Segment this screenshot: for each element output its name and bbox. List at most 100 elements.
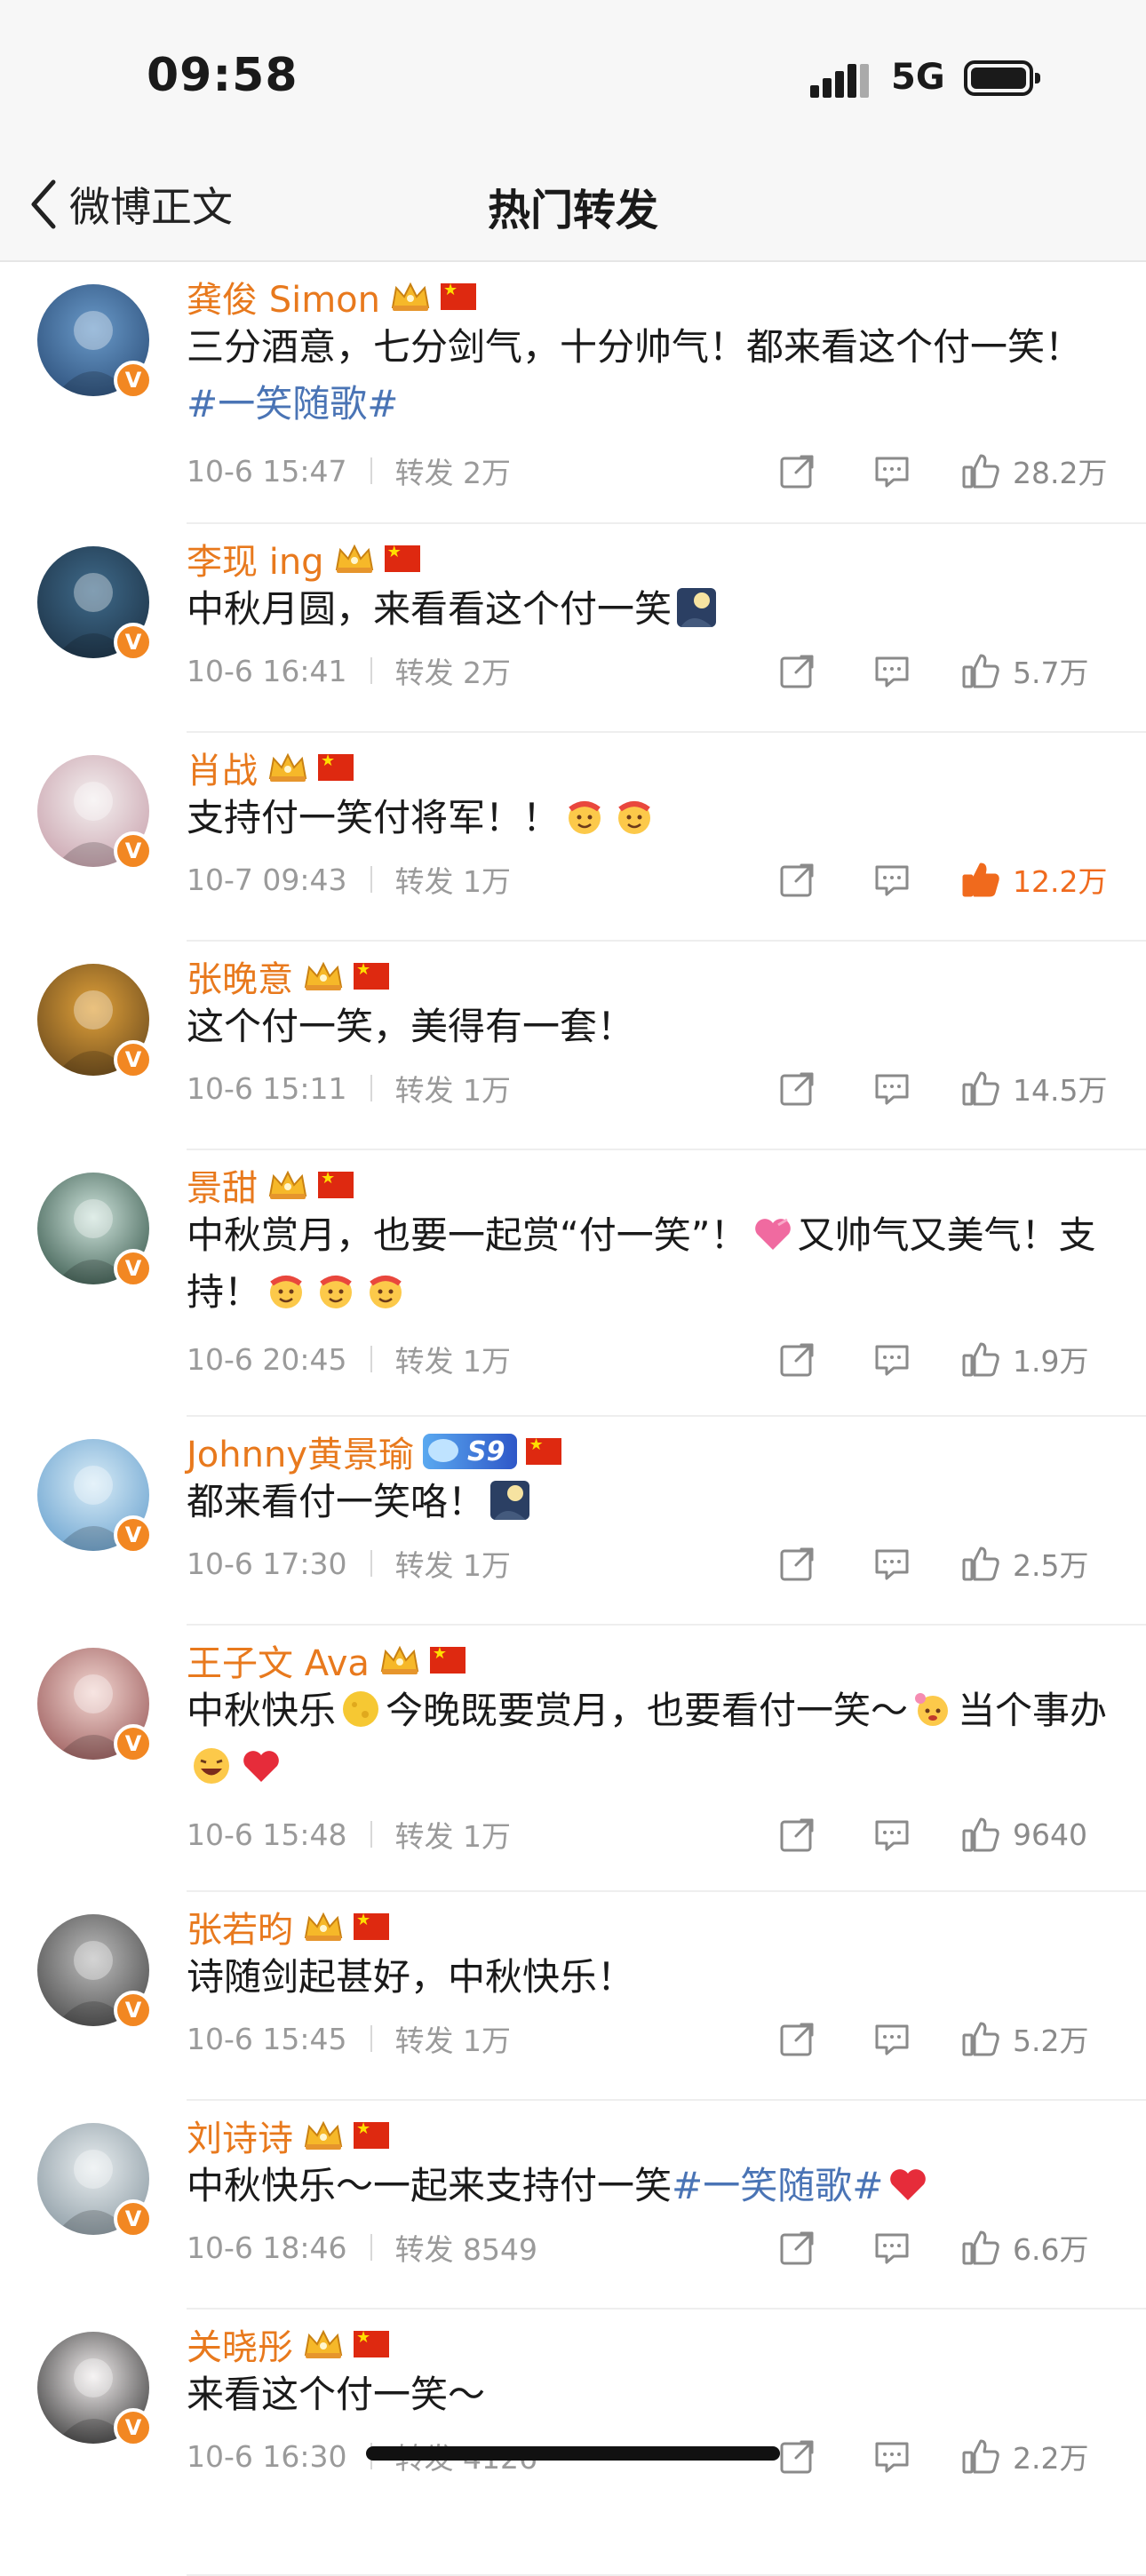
username[interactable]: 龚俊 Simon bbox=[187, 271, 477, 322]
like-button[interactable]: 9640 bbox=[961, 1815, 1110, 1854]
post-text: 三分酒意，七分剑气，十分帅气！都来看这个付一笑！#一笑随歌# bbox=[187, 325, 1083, 425]
post-time: 10-6 18:46 bbox=[187, 2230, 347, 2265]
repost-count: 转发 2万 bbox=[394, 656, 512, 690]
divider bbox=[370, 1075, 372, 1101]
laugh-emoji-icon bbox=[190, 1745, 233, 1787]
username[interactable]: 李现 ing bbox=[187, 533, 420, 584]
cheer-emoji-icon bbox=[265, 1269, 307, 1312]
comment-icon[interactable] bbox=[872, 1544, 911, 1583]
like-button[interactable]: 2.2万 bbox=[961, 2435, 1110, 2477]
username[interactable]: 王子文 Ava bbox=[187, 1634, 466, 1686]
action-bar: 5.7万 bbox=[778, 648, 1110, 693]
comment-icon[interactable] bbox=[872, 2437, 911, 2476]
verified-badge-icon: V bbox=[114, 1991, 153, 2030]
comment-icon[interactable] bbox=[872, 1815, 911, 1854]
share-icon[interactable] bbox=[778, 860, 817, 899]
comment-icon[interactable] bbox=[872, 451, 911, 490]
thumbs-up-icon bbox=[961, 1544, 1000, 1583]
verified-badge-icon: V bbox=[114, 623, 153, 662]
divider bbox=[370, 2234, 372, 2261]
repost-count: 转发 1万 bbox=[394, 1819, 512, 1854]
post-time: 10-6 20:45 bbox=[187, 1341, 347, 1377]
svip-badge-icon: S9 bbox=[423, 1434, 518, 1469]
home-indicator bbox=[366, 2446, 780, 2461]
like-button[interactable]: 6.6万 bbox=[961, 2226, 1110, 2269]
crown-icon bbox=[267, 750, 309, 785]
like-button[interactable]: 14.5万 bbox=[961, 1067, 1110, 1109]
comment-icon[interactable] bbox=[872, 2019, 911, 2058]
crown-icon bbox=[389, 279, 432, 314]
share-icon[interactable] bbox=[778, 451, 817, 490]
status-bar: 09:58 5G bbox=[0, 0, 1146, 155]
divider bbox=[187, 2099, 1146, 2101]
like-count: 5.2万 bbox=[1013, 2023, 1089, 2058]
hashtag-link[interactable]: #一笑随歌# bbox=[187, 382, 398, 425]
username[interactable]: 张若昀 bbox=[187, 1901, 389, 1952]
username-text: 李现 ing bbox=[187, 542, 324, 583]
username[interactable]: 肖战 bbox=[187, 742, 354, 793]
thumbs-up-icon bbox=[961, 2228, 1000, 2267]
comment-icon[interactable] bbox=[872, 1069, 911, 1108]
username[interactable]: 关晓彤 bbox=[187, 2318, 389, 2370]
like-count: 9640 bbox=[1013, 1817, 1087, 1852]
crown-icon bbox=[302, 2118, 345, 2153]
verified-badge-icon: V bbox=[114, 1724, 153, 1763]
page-title: 热门转发 bbox=[487, 186, 658, 235]
hashtag-link[interactable]: #一笑随歌# bbox=[672, 2164, 883, 2207]
like-button[interactable]: 2.5万 bbox=[961, 1542, 1110, 1585]
divider bbox=[187, 2308, 1146, 2310]
divider bbox=[187, 1624, 1146, 1626]
share-icon[interactable] bbox=[778, 1340, 817, 1379]
comment-icon[interactable] bbox=[872, 1340, 911, 1379]
username-text: 肖战 bbox=[187, 751, 258, 791]
divider bbox=[187, 522, 1146, 524]
post-meta: 10-6 17:30 转发 1万 2.5万 bbox=[187, 1541, 1110, 1586]
like-button[interactable]: 5.7万 bbox=[961, 649, 1110, 692]
like-button[interactable]: 12.2万 bbox=[961, 858, 1110, 901]
username[interactable]: 刘诗诗 bbox=[187, 2110, 389, 2161]
username-text: Johnny黄景瑜 bbox=[187, 1435, 414, 1475]
post-text: 中秋月圆，来看看这个付一笑 bbox=[187, 581, 1110, 638]
comment-icon[interactable] bbox=[872, 860, 911, 899]
repost-count: 转发 1万 bbox=[394, 864, 512, 899]
like-count: 6.6万 bbox=[1013, 2232, 1089, 2267]
share-icon[interactable] bbox=[778, 2437, 817, 2476]
china-flag-icon bbox=[318, 751, 354, 781]
username[interactable]: Johnny黄景瑜 S9 bbox=[187, 1426, 562, 1477]
post-text: 中秋快乐 今晚既要赏月，也要看付一笑～ 当个事办 bbox=[187, 1682, 1110, 1796]
status-time: 09:58 bbox=[147, 49, 298, 102]
post-text: 来看这个付一笑～ bbox=[187, 2373, 486, 2416]
like-button[interactable]: 28.2万 bbox=[961, 449, 1110, 492]
post-time: 10-6 15:48 bbox=[187, 1817, 347, 1852]
share-icon[interactable] bbox=[778, 1815, 817, 1854]
share-icon[interactable] bbox=[778, 1069, 817, 1108]
username-text: 王子文 Ava bbox=[187, 1643, 370, 1684]
post-meta: 10-6 20:45 转发 1万 1.9万 bbox=[187, 1337, 1110, 1381]
cheer-emoji-icon bbox=[314, 1269, 357, 1312]
like-button[interactable]: 1.9万 bbox=[961, 1338, 1110, 1380]
verified-badge-icon: V bbox=[114, 1515, 153, 1554]
repost-count: 转发 1万 bbox=[394, 1344, 512, 1379]
like-count: 28.2万 bbox=[1013, 456, 1108, 490]
comment-icon[interactable] bbox=[872, 651, 911, 690]
verified-badge-icon: V bbox=[114, 831, 153, 871]
thumbs-up-icon bbox=[961, 1069, 1000, 1108]
china-flag-icon bbox=[354, 2328, 389, 2357]
share-icon[interactable] bbox=[778, 651, 817, 690]
divider bbox=[187, 731, 1146, 733]
username[interactable]: 景甜 bbox=[187, 1159, 354, 1211]
like-button[interactable]: 5.2万 bbox=[961, 2017, 1110, 2060]
comment-icon[interactable] bbox=[872, 2228, 911, 2267]
heart2-emoji-icon bbox=[752, 1212, 794, 1255]
username[interactable]: 张晚意 bbox=[187, 950, 389, 1002]
share-icon[interactable] bbox=[778, 2228, 817, 2267]
like-count: 2.5万 bbox=[1013, 1548, 1089, 1583]
post-text: 中秋赏月，也要一起赏“付一笑”！ 又帅气又美气！支持！ bbox=[187, 1212, 1096, 1314]
repost-count: 转发 2万 bbox=[394, 456, 512, 490]
share-icon[interactable] bbox=[778, 2019, 817, 2058]
post-meta: 10-6 15:48 转发 1万 9640 bbox=[187, 1812, 1110, 1856]
post-text: 中秋快乐～一起来支持付一笑#一笑随歌# bbox=[187, 2158, 1110, 2214]
share-icon[interactable] bbox=[778, 1544, 817, 1583]
repost-count: 转发 1万 bbox=[394, 2023, 512, 2058]
verified-badge-icon: V bbox=[114, 2408, 153, 2447]
